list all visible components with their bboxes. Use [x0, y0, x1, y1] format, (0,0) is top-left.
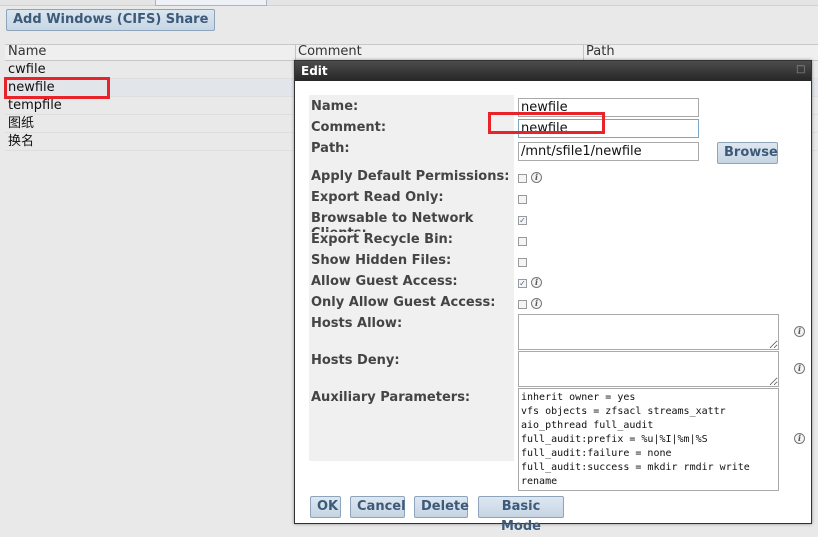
add-cifs-share-button[interactable]: Add Windows (CIFS) Share — [6, 9, 216, 31]
list-header: Name Comment Path — [5, 44, 818, 61]
name-input[interactable] — [518, 98, 699, 117]
info-icon[interactable]: i — [794, 326, 805, 337]
info-icon[interactable]: i — [531, 298, 542, 309]
hosts-allow-textarea[interactable] — [518, 314, 779, 350]
info-icon[interactable]: i — [531, 172, 542, 183]
allow-guest-access-label: Allow Guest Access: — [309, 274, 514, 289]
dialog-title: Edit — [301, 64, 328, 78]
export-read-only-checkbox[interactable] — [518, 195, 527, 204]
basic-mode-button[interactable]: Basic Mode — [478, 496, 564, 534]
close-icon[interactable]: □ — [796, 65, 806, 75]
show-hidden-files-label: Show Hidden Files: — [309, 253, 514, 268]
path-input[interactable] — [518, 142, 699, 161]
auxiliary-parameters-textarea[interactable]: inherit owner = yes vfs objects = zfsacl… — [518, 388, 779, 491]
column-separator[interactable] — [295, 45, 296, 60]
comment-label: Comment: — [309, 120, 514, 135]
browsable-checkbox[interactable]: ✓ — [518, 216, 527, 225]
export-recycle-bin-checkbox[interactable] — [518, 237, 527, 246]
partial-control — [155, 0, 267, 6]
dialog-title-bar[interactable]: Edit □ — [295, 61, 811, 81]
info-icon[interactable]: i — [531, 277, 542, 288]
browse-button[interactable]: Browse — [717, 142, 778, 164]
only-allow-guest-label: Only Allow Guest Access: — [309, 295, 514, 310]
show-hidden-files-checkbox[interactable] — [518, 258, 527, 267]
name-label: Name: — [309, 99, 514, 114]
apply-default-permissions-checkbox[interactable] — [518, 174, 527, 183]
column-path-header[interactable]: Path — [586, 44, 615, 59]
export-recycle-bin-label: Export Recycle Bin: — [309, 232, 514, 247]
allow-guest-access-checkbox[interactable]: ✓ — [518, 279, 527, 288]
auxiliary-parameters-label: Auxiliary Parameters: — [309, 390, 514, 405]
column-name-header[interactable]: Name — [8, 44, 46, 59]
path-label: Path: — [309, 141, 514, 156]
dialog-form: Name: Comment: Path: Browse Apply Defaul… — [309, 95, 805, 491]
export-read-only-label: Export Read Only: — [309, 190, 514, 205]
hosts-deny-label: Hosts Deny: — [309, 353, 514, 368]
edit-dialog: Edit □ Name: Comment: Path: Browse Apply… — [294, 60, 812, 534]
comment-input[interactable] — [518, 119, 699, 138]
column-comment-header[interactable]: Comment — [298, 44, 362, 59]
hosts-allow-label: Hosts Allow: — [309, 316, 514, 331]
cancel-button[interactable]: Cancel — [350, 496, 406, 518]
ok-button[interactable]: OK — [310, 496, 341, 518]
only-allow-guest-checkbox[interactable] — [518, 300, 527, 309]
apply-default-permissions-label: Apply Default Permissions: — [309, 169, 514, 184]
column-separator[interactable] — [583, 45, 584, 60]
delete-button[interactable]: Delete — [414, 496, 469, 518]
info-icon[interactable]: i — [794, 433, 805, 444]
hosts-deny-textarea[interactable] — [518, 351, 779, 387]
info-icon[interactable]: i — [794, 363, 805, 374]
top-toolbar-strip — [0, 0, 818, 6]
